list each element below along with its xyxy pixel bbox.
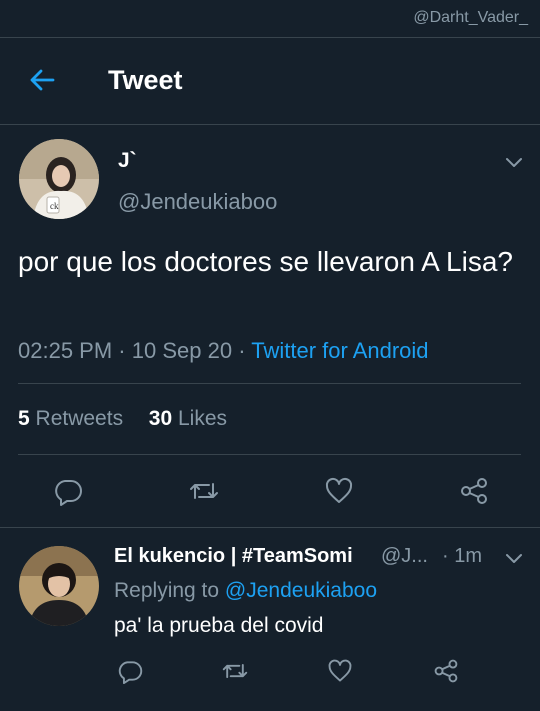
share-icon[interactable] xyxy=(459,476,489,506)
tweet-stats: 5 Retweets 30 Likes xyxy=(18,407,227,431)
replying-to-handle[interactable]: @Jendeukiaboo xyxy=(225,579,377,602)
avatar[interactable]: ck xyxy=(19,139,99,219)
tweet-date: 10 Sep 20 xyxy=(131,338,233,363)
likes-stat[interactable]: 30 Likes xyxy=(149,407,227,430)
tweet-source-link[interactable]: Twitter for Android xyxy=(251,338,428,363)
retweet-count: 5 xyxy=(18,407,30,430)
tweet-text: por que los doctores se llevaron A Lisa? xyxy=(18,246,513,277)
heart-icon[interactable] xyxy=(324,476,354,506)
watermark-bar: @Darht_Vader_ xyxy=(0,0,540,38)
divider xyxy=(18,454,521,455)
replying-to: Replying to @Jendeukiaboo xyxy=(114,579,377,603)
tweet-time: 02:25 PM xyxy=(18,338,113,363)
retweet-label: Retweets xyxy=(35,407,124,430)
reply-avatar[interactable] xyxy=(19,546,99,626)
meta-separator: · xyxy=(118,338,126,363)
chevron-down-icon[interactable] xyxy=(504,548,524,568)
like-count: 30 xyxy=(148,407,173,430)
retweets-stat[interactable]: 5 Retweets xyxy=(18,407,123,430)
svg-text:ck: ck xyxy=(50,201,59,211)
divider xyxy=(0,527,540,528)
retweet-icon[interactable] xyxy=(222,658,248,684)
reply-timestamp: · 1m xyxy=(442,545,482,567)
replying-prefix: Replying to xyxy=(114,579,220,602)
watermark-text: @Darht_Vader_ xyxy=(413,9,528,26)
heart-icon[interactable] xyxy=(327,658,353,684)
chevron-down-icon[interactable] xyxy=(504,152,524,172)
top-app-bar: Tweet xyxy=(0,38,540,125)
reply-icon[interactable] xyxy=(117,658,143,684)
back-arrow-icon[interactable] xyxy=(28,66,56,94)
reply-text: pa' la prueba del covid xyxy=(114,614,324,637)
reply-icon[interactable] xyxy=(53,476,83,506)
meta-separator: · xyxy=(238,338,246,363)
like-label: Likes xyxy=(177,407,227,430)
page-title: Tweet xyxy=(108,65,183,95)
author-name: J` xyxy=(118,149,137,172)
divider xyxy=(18,383,521,384)
author-handle[interactable]: @Jendeukiaboo xyxy=(118,189,277,215)
reply-author-name: El kukencio | #TeamSomi xyxy=(114,545,353,567)
tweet-meta: 02:25 PM · 10 Sep 20 · Twitter for Andro… xyxy=(18,338,429,364)
reply-author-handle[interactable]: @J... xyxy=(381,545,428,568)
share-icon[interactable] xyxy=(433,658,459,684)
retweet-icon[interactable] xyxy=(189,476,219,506)
